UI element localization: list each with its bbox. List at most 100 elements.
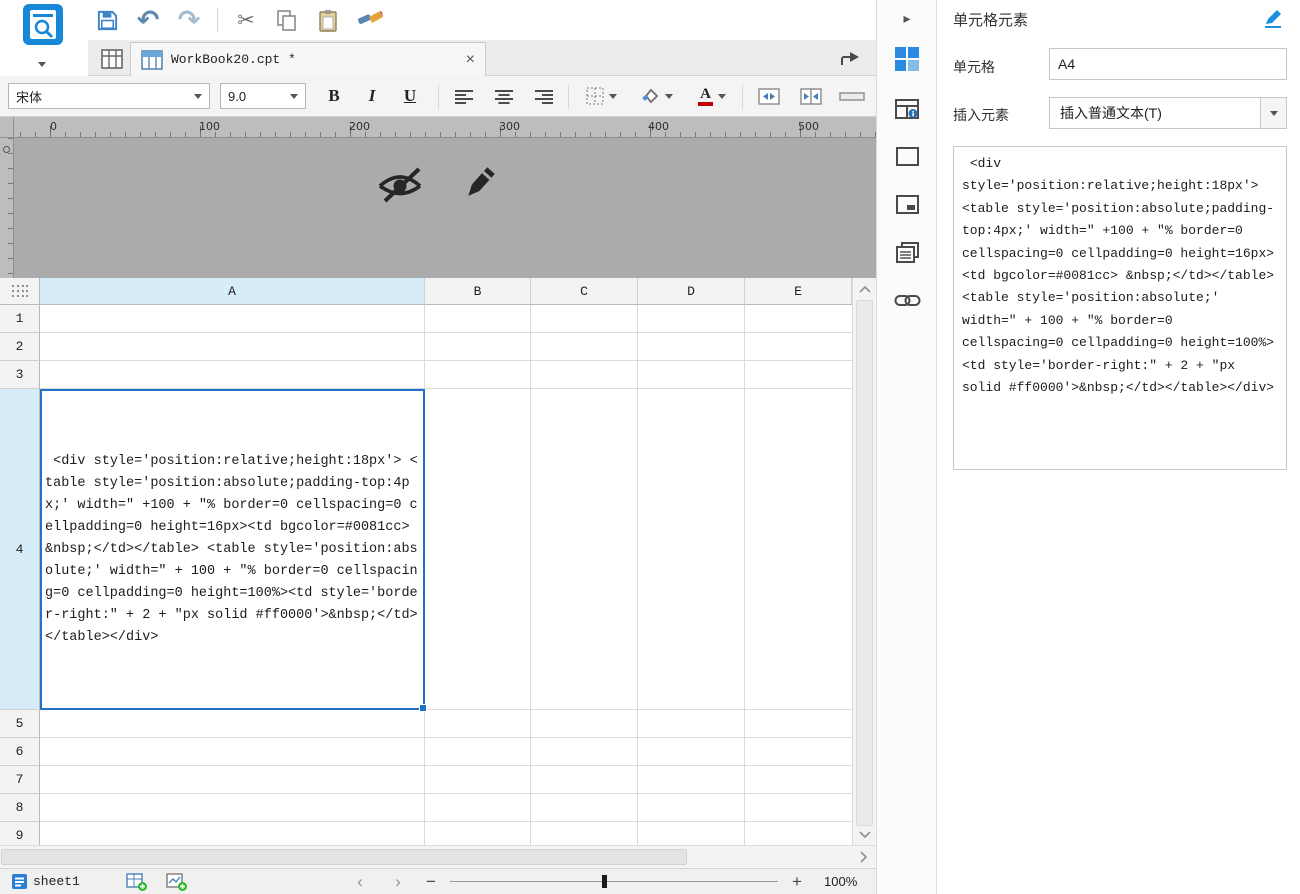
row-header-3[interactable]: 3 bbox=[0, 361, 40, 389]
fill-color-button[interactable] bbox=[632, 83, 680, 109]
prev-sheet-icon[interactable]: ‹ bbox=[350, 871, 370, 893]
cell-ref-input[interactable] bbox=[1049, 48, 1287, 80]
row-header-4[interactable]: 4 bbox=[0, 389, 40, 710]
paste-button[interactable] bbox=[315, 7, 341, 33]
right-icon-strip: ▸ bbox=[876, 0, 936, 894]
row-cells[interactable] bbox=[40, 361, 852, 389]
condition-attributes-tab[interactable] bbox=[894, 240, 920, 265]
popout-icon bbox=[841, 52, 859, 65]
ruler-tick-label: 0 bbox=[50, 120, 57, 133]
widget-settings-tab[interactable] bbox=[894, 192, 920, 216]
edit-report-button[interactable] bbox=[458, 162, 500, 206]
template-list-button[interactable] bbox=[97, 45, 127, 72]
cell-element-tab[interactable] bbox=[894, 46, 920, 72]
save-icon bbox=[97, 10, 117, 30]
redo-button[interactable]: ↷ bbox=[176, 4, 202, 35]
align-right-button[interactable] bbox=[528, 83, 560, 109]
row-header-6[interactable]: 6 bbox=[0, 738, 40, 766]
font-size-select[interactable]: 9.0 bbox=[220, 83, 306, 109]
report-canvas-area[interactable]: 0 100 200 300 400 500 bbox=[0, 117, 876, 278]
zoom-in-icon[interactable]: + bbox=[786, 871, 808, 893]
horizontal-scrollbar[interactable] bbox=[0, 845, 876, 868]
format-painter-button[interactable] bbox=[356, 7, 384, 33]
copy-button[interactable] bbox=[274, 7, 300, 33]
merge-cells-button[interactable] bbox=[752, 83, 786, 109]
row-cells[interactable] bbox=[40, 822, 852, 845]
row-header-9[interactable]: 9 bbox=[0, 822, 40, 845]
add-chart-sheet-button[interactable] bbox=[162, 871, 192, 893]
zoom-slider-thumb[interactable] bbox=[602, 875, 607, 888]
toggle-visibility-button[interactable] bbox=[372, 161, 428, 207]
chevron-down-icon bbox=[664, 93, 673, 99]
italic-button[interactable]: I bbox=[356, 83, 388, 109]
bold-label: B bbox=[328, 86, 340, 105]
row-header-2[interactable]: 2 bbox=[0, 333, 40, 361]
panel-edit-button[interactable] bbox=[1261, 6, 1285, 30]
spreadsheet[interactable]: A B C D E 1 2 3 4 5 6 7 8 9 <div style='… bbox=[0, 278, 852, 845]
col-header-E[interactable]: E bbox=[745, 278, 852, 305]
active-cell-A4[interactable]: <div style='position:relative;height:18p… bbox=[40, 389, 427, 712]
ruler-tick-label: 500 bbox=[798, 120, 819, 133]
row-cells[interactable] bbox=[40, 766, 852, 794]
cell-code-editor[interactable]: <div style='position:relative;height:18p… bbox=[953, 146, 1287, 470]
underline-button[interactable]: U bbox=[394, 83, 426, 109]
scroll-right-icon[interactable] bbox=[854, 849, 872, 865]
next-sheet-icon[interactable]: › bbox=[388, 871, 408, 893]
row-header-5[interactable]: 5 bbox=[0, 710, 40, 738]
col-header-B[interactable]: B bbox=[425, 278, 531, 305]
row-cells[interactable] bbox=[40, 710, 852, 738]
vertical-scrollbar[interactable] bbox=[852, 278, 876, 845]
sheet-tab[interactable]: sheet1 bbox=[4, 869, 88, 894]
cut-button[interactable]: ✂ bbox=[233, 7, 259, 33]
row-cells[interactable] bbox=[40, 794, 852, 822]
save-button[interactable] bbox=[94, 7, 120, 33]
zoom-out-icon[interactable]: − bbox=[420, 871, 442, 893]
col-header-D[interactable]: D bbox=[638, 278, 745, 305]
col-header-A[interactable]: A bbox=[40, 278, 425, 305]
row-header-8[interactable]: 8 bbox=[0, 794, 40, 822]
cell-label: 单元格 bbox=[953, 59, 995, 75]
row-cells[interactable] bbox=[40, 305, 852, 333]
app-menu-caret-icon[interactable] bbox=[34, 58, 50, 70]
float-element-tab[interactable] bbox=[894, 144, 920, 168]
sheet-icon bbox=[12, 874, 27, 889]
zoom-slider-track[interactable] bbox=[450, 881, 778, 882]
font-family-select[interactable]: 宋体 bbox=[8, 83, 210, 109]
row-cells[interactable] bbox=[40, 333, 852, 361]
row-header-1[interactable]: 1 bbox=[0, 305, 40, 333]
vertical-ruler bbox=[0, 138, 14, 278]
unmerge-cells-button[interactable] bbox=[794, 83, 828, 109]
vertical-scroll-thumb[interactable] bbox=[856, 300, 873, 826]
collapse-panel-icon[interactable]: ▸ bbox=[895, 6, 919, 30]
horizontal-scroll-thumb[interactable] bbox=[1, 849, 687, 865]
merge-cells-icon bbox=[758, 87, 780, 105]
cell-size-button[interactable] bbox=[836, 83, 868, 109]
row-cells[interactable] bbox=[40, 738, 852, 766]
tab-workbook[interactable]: WorkBook20.cpt * × bbox=[130, 42, 486, 76]
insert-element-select[interactable]: 插入普通文本(T) bbox=[1049, 97, 1287, 129]
align-left-button[interactable] bbox=[448, 83, 480, 109]
toolbar-separator bbox=[217, 8, 218, 32]
edit-pen-icon bbox=[1265, 10, 1281, 28]
scroll-down-icon[interactable] bbox=[853, 826, 877, 842]
tab-close-icon[interactable]: × bbox=[466, 51, 475, 68]
popout-window-button[interactable] bbox=[836, 46, 864, 70]
row-header-7[interactable]: 7 bbox=[0, 766, 40, 794]
font-color-button[interactable]: A bbox=[688, 83, 736, 109]
undo-button[interactable]: ↶ bbox=[135, 5, 161, 35]
ruler-origin-icon bbox=[3, 146, 10, 153]
col-header-C[interactable]: C bbox=[531, 278, 638, 305]
add-grid-sheet-button[interactable] bbox=[122, 871, 152, 893]
sheet-row: 9 bbox=[0, 822, 852, 845]
align-center-button[interactable] bbox=[488, 83, 520, 109]
cell-attributes-tab[interactable] bbox=[894, 96, 920, 122]
font-color-icon: A bbox=[698, 86, 713, 106]
cell-size-icon bbox=[839, 92, 865, 101]
hyperlink-tab[interactable] bbox=[893, 290, 921, 310]
bold-button[interactable]: B bbox=[318, 83, 350, 109]
borders-button[interactable] bbox=[578, 83, 624, 109]
select-all-button[interactable] bbox=[0, 278, 40, 305]
app-menu-button[interactable] bbox=[22, 3, 64, 49]
scroll-up-icon[interactable] bbox=[853, 281, 877, 297]
redo-icon: ↷ bbox=[177, 4, 201, 35]
